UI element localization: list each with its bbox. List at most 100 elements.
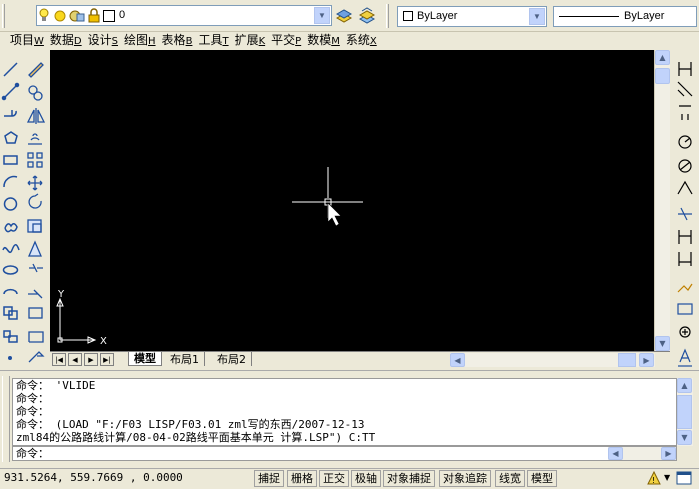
color-dropdown[interactable]: ByLayer ▼ [397, 6, 547, 27]
next-tab-icon[interactable]: ▶ [84, 353, 98, 366]
clean-screen-icon[interactable] [676, 471, 692, 488]
grid-toggle[interactable]: 栅格 [287, 470, 317, 487]
angular-dimension-icon [677, 180, 693, 195]
last-tab-icon[interactable]: ▶| [100, 353, 114, 366]
osnap-toggle[interactable]: 对象捕捉 [383, 470, 435, 487]
erase-icon [28, 62, 44, 78]
toolbar-grip[interactable] [386, 4, 389, 28]
history-line: 命令： (LOAD "F:/F03 LISP/F03.01 zml写的东西/20… [16, 418, 365, 431]
chevron-down-icon[interactable]: ▼ [529, 8, 545, 25]
scroll-down-icon[interactable]: ▼ [677, 430, 692, 445]
menu-item-dtm[interactable]: 数模M [305, 32, 344, 50]
ellipse-arc-icon [3, 288, 18, 295]
menu-bar: 项目W 数据D 设计S 绘图H 表格B 工具T 扩展K 平交P 数模M 系统X [0, 32, 699, 50]
menu-item-intersection[interactable]: 平交P [269, 32, 305, 50]
join-icon [28, 331, 44, 343]
tray-settings-icon[interactable]: ! [646, 470, 662, 489]
menu-item-extend[interactable]: 扩展K [233, 32, 270, 50]
layer-toolbar: 0 ▼ ByLayer ▼ ByLayer [0, 0, 699, 32]
rectangle-icon [3, 155, 18, 165]
command-input[interactable]: 命令： [12, 446, 677, 461]
dimension-toolbar [673, 56, 697, 372]
menu-item-design[interactable]: 设计S [86, 32, 122, 50]
drawing-canvas[interactable]: Y X [50, 50, 654, 352]
horizontal-scrollbar[interactable]: ◀ ▶ [450, 353, 655, 367]
menu-item-table[interactable]: 表格B [160, 32, 197, 50]
mirror-icon [26, 108, 46, 124]
polygon-icon [4, 131, 18, 144]
history-line: 命令： [16, 392, 49, 405]
lock-icon [88, 8, 100, 26]
snap-toggle[interactable]: 捕捉 [254, 470, 284, 487]
otrack-toggle[interactable]: 对象追踪 [439, 470, 491, 487]
lineweight-toggle[interactable]: 线宽 [495, 470, 525, 487]
scroll-thumb[interactable] [655, 68, 670, 84]
point-icon [8, 356, 12, 360]
model-toggle[interactable]: 模型 [527, 470, 557, 487]
crosshair-cursor [292, 167, 363, 218]
tab-model[interactable]: 模型 [128, 352, 162, 366]
scroll-left-icon[interactable]: ◀ [450, 353, 465, 367]
linetype-dropdown[interactable]: ByLayer [553, 6, 697, 27]
chevron-down-icon[interactable]: ▼ [314, 7, 330, 24]
scroll-right-icon[interactable]: ▶ [639, 353, 654, 367]
arc-icon [3, 175, 18, 188]
ucs-x-label: X [100, 336, 107, 347]
menu-item-system[interactable]: 系统X [344, 32, 381, 50]
viewport-freeze-icon [69, 9, 85, 26]
bulb-icon [39, 8, 49, 22]
scroll-down-icon[interactable]: ▼ [655, 336, 670, 351]
command-scrollbar[interactable]: ▲ ▼ [677, 378, 693, 446]
ucs-y-label: Y [57, 289, 65, 300]
scroll-left-icon[interactable]: ◀ [608, 447, 623, 460]
polar-toggle[interactable]: 极轴 [351, 470, 381, 487]
trim-icon [29, 263, 43, 273]
status-menu-icon[interactable]: ▼ [664, 473, 670, 482]
layer-dropdown[interactable]: 0 ▼ [36, 5, 332, 26]
command-window-grip[interactable] [2, 376, 10, 462]
scroll-up-icon[interactable]: ▲ [655, 50, 670, 65]
history-line: 命令： 'VLIDE [16, 379, 96, 392]
menu-item-data[interactable]: 数据D [48, 32, 86, 50]
linear-dimension-icon [678, 62, 692, 76]
linetype-sample [559, 16, 619, 17]
offset-icon [28, 133, 42, 145]
command-history: 命令： 'VLIDE 命令： 命令： 命令： (LOAD "F:/F03 LIS… [12, 378, 677, 446]
toolbar-grip[interactable] [2, 4, 5, 28]
ortho-toggle[interactable]: 正交 [319, 470, 349, 487]
hscroll-thumb[interactable] [618, 353, 636, 367]
scroll-up-icon[interactable]: ▲ [677, 378, 692, 393]
layer-previous-icon[interactable] [358, 6, 376, 24]
ucs-icon [56, 297, 97, 344]
leader-icon [677, 283, 693, 293]
scale-icon [27, 219, 42, 233]
scroll-thumb[interactable] [677, 395, 692, 429]
menu-item-draw[interactable]: 绘图H [122, 32, 160, 50]
command-input-hscroll[interactable]: ◀ ▶ [608, 447, 676, 460]
vertical-scrollbar[interactable]: ▲ ▼ [654, 50, 670, 352]
stretch-icon [28, 240, 42, 257]
draw-toolbar [0, 56, 22, 366]
sun-icon [53, 9, 67, 26]
coordinate-readout: 931.5264, 559.7669 , 0.0000 [4, 471, 183, 484]
baseline-dimension-icon [678, 230, 692, 244]
modify-toolbar [24, 56, 48, 366]
color-value: ByLayer [417, 10, 458, 22]
make-current-layer-icon[interactable] [335, 6, 353, 24]
tab-layout2[interactable]: 布局2 [212, 352, 252, 366]
array-icon [27, 152, 43, 168]
extend-icon [28, 289, 43, 299]
menu-item-project[interactable]: 项目W [8, 32, 48, 50]
prev-tab-icon[interactable]: ◀ [68, 353, 82, 366]
status-bar: 931.5264, 559.7669 , 0.0000 捕捉 栅格 正交 极轴 … [0, 468, 699, 487]
aligned-dimension-icon [677, 81, 693, 97]
tab-layout1[interactable]: 布局1 [165, 352, 205, 366]
scroll-right-icon[interactable]: ▶ [661, 447, 676, 460]
circle-icon [3, 197, 18, 211]
first-tab-icon[interactable]: |◀ [52, 353, 66, 366]
polyline-icon [4, 110, 17, 117]
linetype-value: ByLayer [624, 10, 665, 22]
continue-dimension-icon [678, 252, 692, 266]
history-line: zml84的公路路线计算/08-04-02路线平面基本单元 计算.LSP") C… [16, 431, 376, 444]
menu-item-tools[interactable]: 工具T [196, 32, 232, 50]
